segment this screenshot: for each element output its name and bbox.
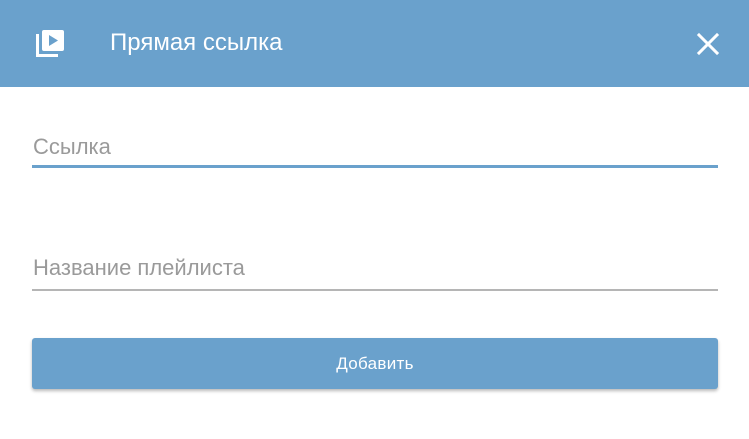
dialog-title: Прямая ссылка [110,29,283,56]
dialog-header: Прямая ссылка [0,0,749,87]
link-input[interactable] [32,132,718,162]
playlist-name-field-wrapper [32,253,718,291]
playlist-name-input[interactable] [32,253,718,283]
link-field-wrapper [32,132,718,168]
direct-link-dialog: Прямая ссылка Добавить [0,0,749,439]
playlist-name-input-underline [32,289,718,291]
playlist-play-icon [35,29,65,59]
link-input-underline [32,165,718,168]
add-button[interactable]: Добавить [32,338,718,389]
close-icon[interactable] [693,29,723,59]
